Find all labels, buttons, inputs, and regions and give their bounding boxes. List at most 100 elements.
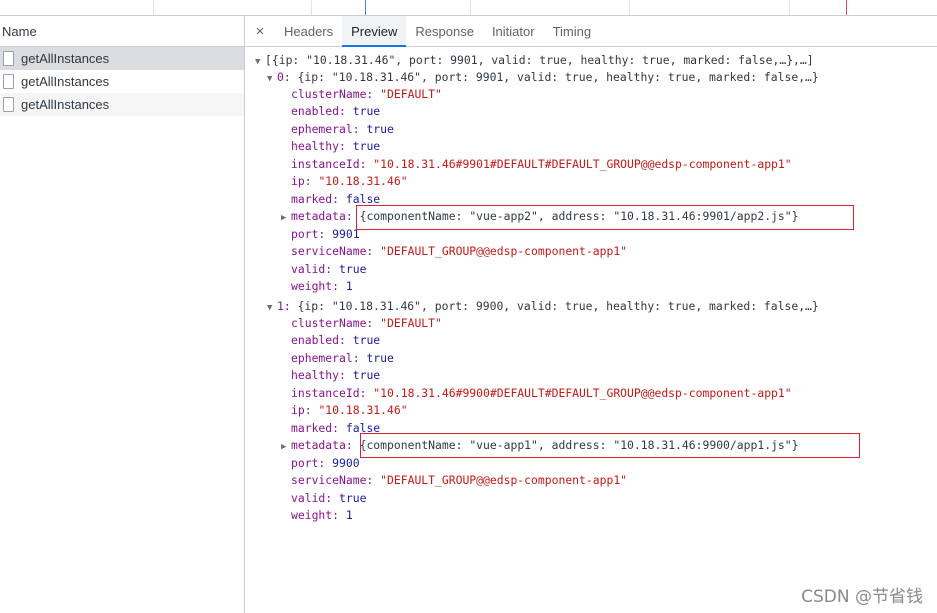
json-value: "DEFAULT_GROUP@@edsp-component-app1" [380,244,628,258]
json-value: 9901 [332,227,360,241]
json-property: clusterName: "DEFAULT" [291,315,442,332]
json-property: port: 9901 [291,226,360,243]
json-root-summary: [{ip: "10.18.31.46", port: 9901, valid: … [265,53,814,67]
tab-response[interactable]: Response [406,16,483,46]
json-value: true [366,351,394,365]
json-key: valid: [291,262,333,276]
request-row[interactable]: getAllInstances [0,70,244,93]
json-key: enabled: [291,333,346,347]
json-value: "DEFAULT" [380,87,442,101]
name-column-header[interactable]: Name [0,16,244,47]
json-value: "10.18.31.46" [318,174,408,188]
json-value: "DEFAULT" [380,316,442,330]
document-icon [3,74,14,89]
json-value: true [352,368,381,382]
json-key: metadata: [291,209,353,223]
json-metadata-node[interactable]: ▶ metadata: {componentName: "vue-app1", a… [281,437,799,454]
timeline-grid-line [629,0,630,15]
request-row[interactable]: getAllInstances [0,93,244,116]
json-value: {componentName: "vue-app1", address: "10… [359,438,799,452]
json-value: true [352,139,381,153]
document-icon [3,97,14,112]
json-property: serviceName: "DEFAULT_GROUP@@edsp-compon… [291,243,627,260]
timeline-grid-line [311,0,312,15]
json-key: clusterName: [291,316,374,330]
tab-initiator[interactable]: Initiator [483,16,544,46]
collapse-triangle-icon[interactable]: ▶ [281,439,291,456]
json-key: marked: [291,192,340,206]
json-key: instanceId: [291,386,367,400]
csdn-watermark: CSDN @节省钱 [801,587,923,607]
json-property: valid: true [291,261,366,278]
json-value: true [366,122,394,136]
request-name: getAllInstances [21,51,110,66]
json-key: marked: [291,421,340,435]
json-value: 9900 [332,456,360,470]
json-property: marked: false [291,420,380,437]
json-property: port: 9900 [291,455,360,472]
json-key: weight: [291,508,340,522]
json-value: {componentName: "vue-app2", address: "10… [359,209,799,223]
json-property: valid: true [291,490,366,507]
json-metadata-node[interactable]: ▶ metadata: {componentName: "vue-app2", a… [281,208,799,225]
json-key: port: [291,456,326,470]
json-value: true [339,491,367,505]
expand-triangle-icon[interactable]: ▼ [267,300,277,317]
json-key: ip: [291,403,312,417]
tab-timing[interactable]: Timing [544,16,601,46]
json-key: ephemeral: [291,122,360,136]
json-property: weight: 1 [291,278,353,295]
timeline-load-marker [846,0,847,15]
expand-triangle-icon[interactable]: ▼ [267,71,277,88]
json-key: clusterName: [291,87,374,101]
json-key: ip: [291,174,312,188]
request-list-panel: Name getAllInstances getAllInstances get… [0,16,245,613]
timeline-grid-line [153,0,154,15]
name-column-label: Name [2,23,37,39]
json-value: 1 [345,508,353,522]
json-key: weight: [291,279,340,293]
json-key: metadata: [291,438,353,452]
json-value: "10.18.31.46#9900#DEFAULT#DEFAULT_GROUP@… [373,386,792,400]
json-array-item[interactable]: ▼ 0: {ip: "10.18.31.46", port: 9901, vali… [267,69,819,86]
timeline-grid-line [470,0,471,15]
json-key: ephemeral: [291,351,360,365]
expand-triangle-icon[interactable]: ▼ [255,54,265,71]
json-property: healthy: true [291,138,380,155]
json-property: clusterName: "DEFAULT" [291,86,442,103]
request-name: getAllInstances [21,74,110,89]
json-key: serviceName: [291,244,374,258]
json-key: valid: [291,491,333,505]
network-timeline[interactable] [0,0,937,16]
json-item-summary: {ip: "10.18.31.46", port: 9901, valid: t… [297,70,819,84]
json-array-item[interactable]: ▼ 1: {ip: "10.18.31.46", port: 9900, vali… [267,298,819,315]
json-root-node[interactable]: ▼ [{ip: "10.18.31.46", port: 9901, valid:… [255,52,814,69]
json-property: instanceId: "10.18.31.46#9901#DEFAULT#DE… [291,156,792,173]
detail-tab-bar: × Headers Preview Response Initiator Tim… [245,16,937,47]
json-key: instanceId: [291,157,367,171]
json-property: ephemeral: true [291,350,394,367]
json-key: port: [291,227,326,241]
close-icon[interactable]: × [245,16,275,46]
request-row[interactable]: getAllInstances [0,47,244,70]
json-property: enabled: true [291,103,380,120]
timeline-domcontentloaded-marker [365,0,366,15]
tab-preview[interactable]: Preview [342,16,407,47]
json-key: enabled: [291,104,346,118]
json-value: true [352,104,381,118]
json-property: ip: "10.18.31.46" [291,402,408,419]
collapse-triangle-icon[interactable]: ▶ [281,210,291,227]
tab-headers[interactable]: Headers [275,16,342,46]
json-index: 0: [277,70,291,84]
document-icon [3,51,14,66]
timeline-grid-line [789,0,790,15]
json-property: enabled: true [291,332,380,349]
json-value: "DEFAULT_GROUP@@edsp-component-app1" [380,473,628,487]
json-property: weight: 1 [291,507,353,524]
json-key: serviceName: [291,473,374,487]
json-value: false [345,192,381,206]
json-key: healthy: [291,139,346,153]
json-property: healthy: true [291,367,380,384]
json-property: instanceId: "10.18.31.46#9900#DEFAULT#DE… [291,385,792,402]
json-key: healthy: [291,368,346,382]
